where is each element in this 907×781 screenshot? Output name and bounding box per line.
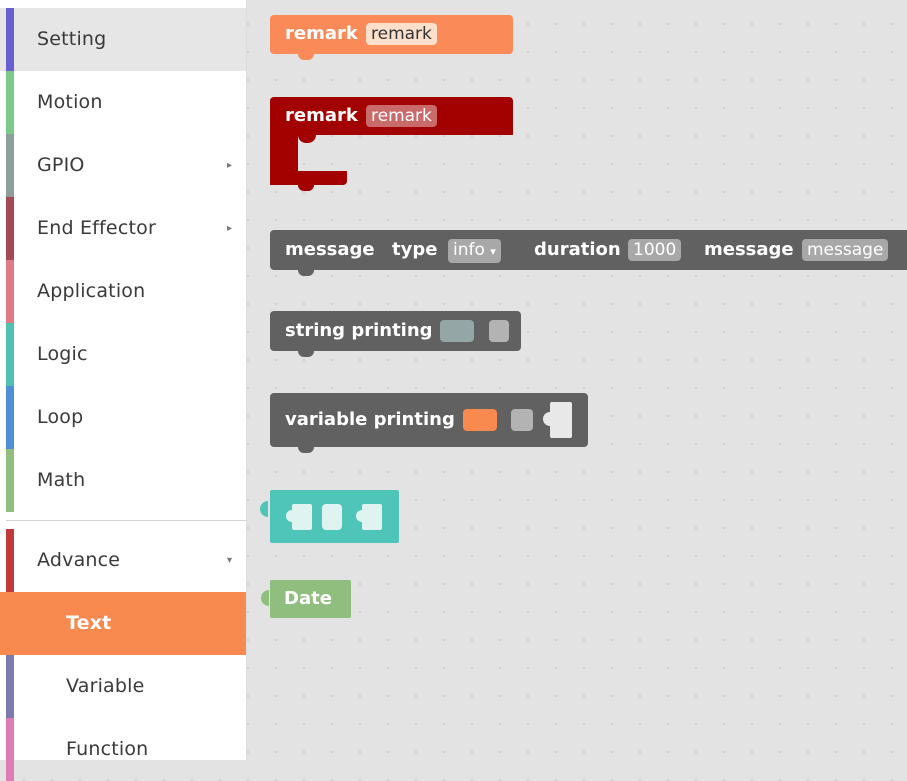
category-color-bar — [6, 260, 14, 323]
block-label: string printing — [285, 320, 433, 341]
category-color-bar — [6, 718, 14, 781]
block-label: remark — [285, 23, 358, 44]
socket-tab — [286, 510, 293, 522]
category-label: Math — [37, 469, 86, 491]
category-text[interactable]: Text — [0, 592, 246, 655]
block-label: message — [285, 239, 375, 260]
block-label: variable printing — [285, 409, 455, 430]
category-logic[interactable]: Logic — [0, 323, 246, 386]
string-input-slot[interactable] — [440, 320, 474, 342]
category-motion[interactable]: Motion — [0, 71, 246, 134]
category-color-bar — [6, 134, 14, 197]
category-color-bar — [6, 529, 14, 592]
value-input-slot[interactable] — [489, 320, 509, 342]
chevron-down-icon: ▾ — [490, 245, 496, 258]
join-socket-2[interactable] — [322, 504, 342, 530]
category-setting[interactable]: Setting — [0, 8, 246, 71]
block-label: Date — [284, 588, 332, 609]
category-gpio[interactable]: GPIO ▸ — [0, 134, 246, 197]
remark-text-field[interactable]: remark — [366, 23, 437, 45]
date-block[interactable]: Date — [261, 580, 351, 618]
block-inner-notch — [298, 135, 316, 143]
block-notch — [298, 54, 314, 60]
text-join-block[interactable] — [260, 490, 399, 543]
block-notch — [298, 185, 314, 191]
block-body-bottom — [270, 171, 347, 185]
category-label: Logic — [37, 343, 88, 365]
variable-printing-block[interactable]: variable printing — [270, 393, 588, 453]
remark-text-field[interactable]: remark — [366, 105, 437, 127]
variable-input-slot[interactable] — [463, 409, 497, 431]
join-socket-1[interactable] — [286, 504, 312, 530]
category-label: Motion — [37, 91, 103, 113]
category-color-bar — [6, 386, 14, 449]
category-label: Text — [66, 612, 112, 634]
category-application[interactable]: Application — [0, 260, 246, 323]
duration-label: duration — [534, 239, 621, 260]
category-function[interactable]: Function — [0, 718, 246, 781]
category-variable[interactable]: Variable — [0, 655, 246, 718]
string-printing-block[interactable]: string printing — [270, 311, 521, 357]
category-loop[interactable]: Loop — [0, 386, 246, 449]
category-label: End Effector — [37, 217, 156, 239]
category-color-bar — [6, 323, 14, 386]
category-end-effector[interactable]: End Effector ▸ — [0, 197, 246, 260]
remark-block[interactable]: remark remark — [270, 15, 513, 60]
socket-tab — [356, 510, 363, 522]
category-label: Function — [66, 738, 149, 760]
category-toolbox: Setting Motion GPIO ▸ End Effector ▸ App… — [0, 0, 247, 781]
category-label: Advance — [37, 549, 121, 571]
block-notch — [298, 351, 314, 357]
category-math[interactable]: Math — [0, 449, 246, 512]
chevron-right-icon: ▸ — [226, 223, 232, 234]
chevron-right-icon: ▸ — [226, 160, 232, 171]
category-color-bar — [6, 71, 14, 134]
message-block[interactable]: message type info ▾ duration 1000 messag… — [270, 230, 907, 276]
duration-field[interactable]: 1000 — [628, 239, 682, 261]
category-advance[interactable]: Advance ▾ — [0, 529, 246, 592]
type-dropdown[interactable]: info ▾ — [448, 239, 501, 263]
category-label: Setting — [37, 28, 107, 50]
block-label: remark — [285, 105, 358, 126]
socket-tab — [543, 412, 551, 426]
category-label: Variable — [66, 675, 145, 697]
category-color-bar — [6, 8, 14, 71]
category-label: Application — [37, 280, 146, 302]
type-dropdown-value: info — [453, 240, 485, 260]
join-socket-3[interactable] — [356, 504, 382, 530]
block-notch — [298, 447, 314, 453]
type-label: type — [392, 239, 438, 260]
category-color-bar — [6, 449, 14, 512]
remark-statement-block[interactable]: remark remark — [270, 97, 513, 191]
message-label: message — [704, 239, 794, 260]
category-color-bar — [6, 655, 14, 718]
block-notch — [298, 270, 314, 276]
output-tab — [261, 590, 269, 606]
category-label: Loop — [37, 406, 84, 428]
value-input-slot[interactable] — [511, 409, 533, 431]
category-divider — [6, 520, 246, 521]
category-label: GPIO — [37, 154, 85, 176]
message-field[interactable]: message — [802, 239, 889, 261]
chevron-down-icon: ▾ — [226, 555, 232, 566]
category-color-bar — [6, 197, 14, 260]
value-socket[interactable] — [543, 402, 572, 438]
output-tab — [260, 501, 268, 517]
